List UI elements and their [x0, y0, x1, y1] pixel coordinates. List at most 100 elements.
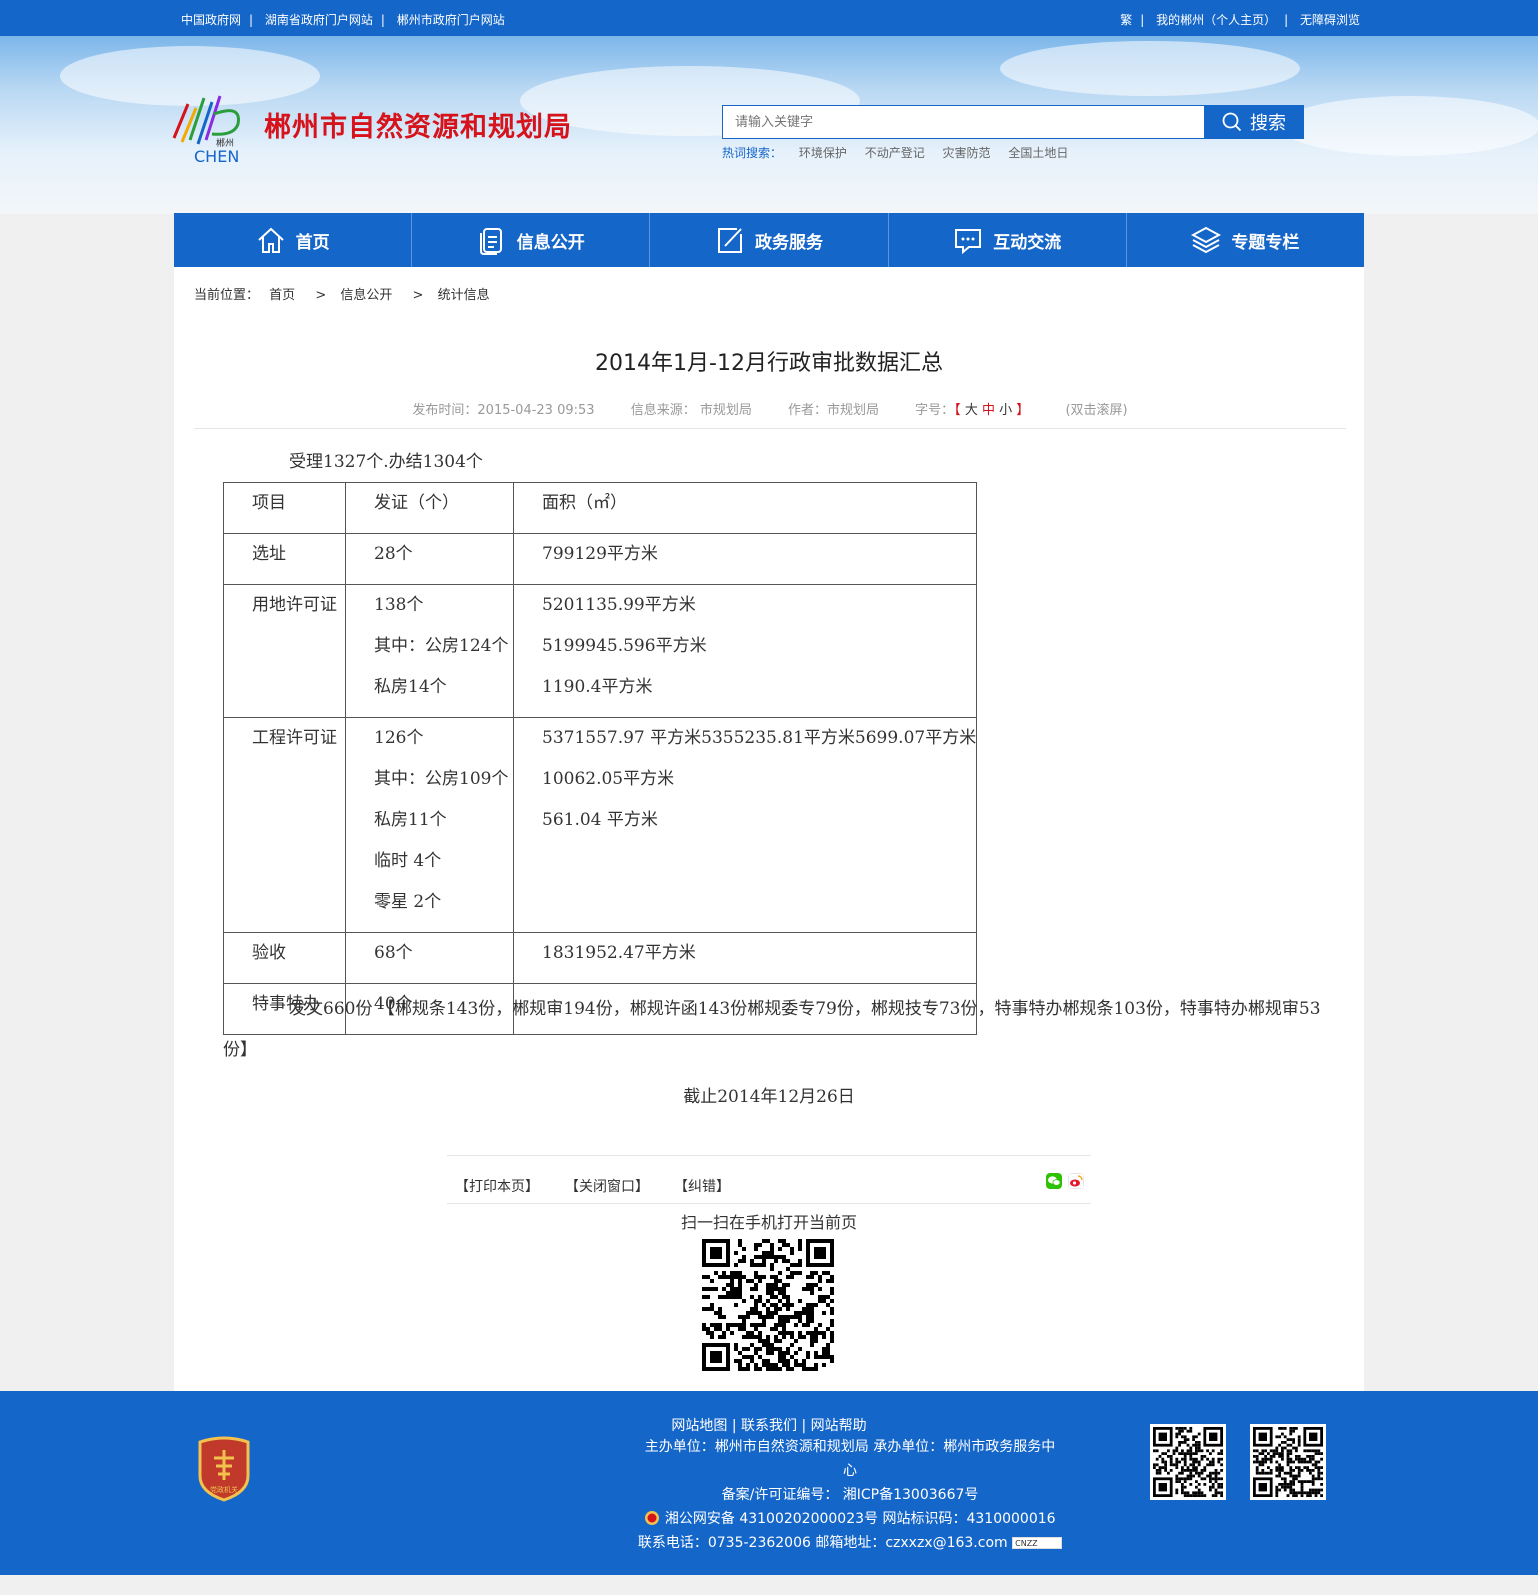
font-size-label: 字号： — [915, 403, 955, 418]
bracket-close: 】 — [1016, 403, 1030, 418]
nav-item-service[interactable]: 政务服务 — [650, 213, 889, 267]
close-window-button[interactable]: 【关闭窗口】 — [565, 1176, 649, 1196]
info-source: 信息来源： 市规划局 — [630, 403, 752, 418]
site-logo[interactable]: 郴州 CHEN — [166, 90, 246, 166]
article-tools: 【打印本页】 【关闭窗口】 【纠错】 — [447, 1155, 1091, 1204]
main-nav: 首页 信息公开 政务服务 互动交流 专题专栏 — [174, 213, 1364, 267]
font-medium-button[interactable]: 中 — [982, 403, 995, 418]
article-title: 2014年1月-12月行政审批数据汇总 — [595, 351, 943, 376]
nav-item-special[interactable]: 专题专栏 — [1127, 213, 1364, 267]
hot-word-link[interactable]: 灾害防范 — [943, 146, 991, 160]
traditional-chinese-link[interactable]: 繁 — [1120, 13, 1132, 27]
table-header-cell: 项目 — [223, 482, 346, 534]
table-cell-certs: 28个 — [345, 533, 514, 585]
police-record[interactable]: 湘公网安备 43100202000023号 网站标识码：4310000016 — [665, 1511, 1056, 1527]
search-input[interactable] — [722, 105, 1205, 139]
footer-police: 湘公网安备 43100202000023号 网站标识码：4310000016 — [620, 1507, 1080, 1531]
font-large-button[interactable]: 大 — [965, 403, 978, 418]
hot-word-link[interactable]: 全国土地日 — [1008, 146, 1068, 160]
document-icon — [479, 228, 502, 255]
table-cell-item: 验收 — [223, 932, 346, 984]
content-area: 当前位置： 首页 > 信息公开 > 统计信息 2014年1月-12月行政审批数据… — [174, 267, 1364, 1391]
font-size-control: 字号：【 大 中 小 】 — [915, 403, 1029, 418]
link-hunan-gov[interactable]: 湖南省政府门户网站 — [265, 13, 373, 27]
table-cell-areas: 799129平方米 — [512, 533, 978, 585]
deadline-text: 截止2014年12月26日 — [683, 1087, 855, 1107]
table-cell-item: 选址 — [223, 533, 346, 585]
breadcrumb-home[interactable]: 首页 — [269, 288, 295, 303]
party-gov-badge-icon[interactable]: 党政机关 — [196, 1436, 252, 1502]
site-help-link[interactable]: 网站帮助 — [811, 1418, 867, 1434]
logo-text: CHEN — [194, 147, 239, 166]
hot-word-link[interactable]: 环境保护 — [799, 146, 847, 160]
footer-qr-code — [1250, 1424, 1326, 1500]
link-china-gov[interactable]: 中国政府网 — [181, 13, 241, 27]
approval-table: 项目 发证（个） 面积（㎡） 选址 28个 799129平方米 用地许可证 13… — [223, 482, 978, 1035]
breadcrumb: 当前位置： 首页 > 信息公开 > 统计信息 — [194, 284, 496, 303]
breadcrumb-stats[interactable]: 统计信息 — [438, 288, 490, 303]
footer-contact: 联系电话：0735-2362006 邮箱地址：czxxzx@163.com CN… — [620, 1531, 1080, 1555]
contact-us-link[interactable]: 联系我们 — [741, 1418, 797, 1434]
author: 作者：市规划局 — [787, 403, 879, 418]
top-bar: 中国政府网 | 湖南省政府门户网站 | 郴州市政府门户网站 繁 | 我的郴州（个人主页… — [0, 0, 1538, 36]
article-meta: 发布时间：2015-04-23 09:53 信息来源： 市规划局 作者：市规划局… — [194, 399, 1346, 429]
hot-words: 热词搜索： 环境保护 不动产登记 灾害防范 全国土地日 — [722, 144, 1075, 161]
nav-item-info[interactable]: 信息公开 — [412, 213, 651, 267]
badge-text: 党政机关 — [210, 1485, 238, 1494]
table-row: 验收 68个 1831952.47平方米 — [223, 932, 978, 984]
table-row: 选址 28个 799129平方米 — [223, 533, 978, 585]
table-cell-item: 工程许可证 — [223, 717, 346, 933]
cnzz-badge[interactable]: CNZZ — [1012, 1537, 1063, 1549]
correction-button[interactable]: 【纠错】 — [674, 1176, 730, 1196]
nav-label: 互动交流 — [993, 232, 1062, 253]
wechat-icon[interactable] — [1046, 1173, 1062, 1189]
link-chenzhou-gov[interactable]: 郴州市政府门户网站 — [397, 13, 505, 27]
hot-word-link[interactable]: 不动产登记 — [865, 146, 925, 160]
contact-info: 联系电话：0735-2362006 邮箱地址：czxxzx@163.com — [637, 1535, 1008, 1551]
footer-sponsor-cont: 心 — [843, 1463, 857, 1479]
header-banner: 郴州 CHEN 郴州市自然资源和规划局 搜索 热词搜索： 环境保护 不动产登记 … — [0, 36, 1538, 214]
accessibility-link[interactable]: 无障碍浏览 — [1300, 13, 1360, 27]
breadcrumb-info[interactable]: 信息公开 — [340, 288, 392, 303]
intro-text: 受理1327个.办结1304个 — [289, 452, 483, 472]
site-title: 郴州市自然资源和规划局 — [264, 112, 572, 143]
edit-icon — [718, 228, 742, 253]
user-links: 繁 | 我的郴州（个人主页） | 无障碍浏览 — [1120, 13, 1360, 27]
qr-caption: 扫一扫在手机打开当前页 — [680, 1213, 857, 1232]
sitemap-link[interactable]: 网站地图 — [671, 1418, 727, 1434]
table-cell-certs: 138个 其中：公房124个 私房14个 — [345, 584, 514, 718]
dblclick-scroll[interactable]: (双击滚屏) — [1065, 403, 1127, 418]
qr-code-image — [702, 1239, 834, 1371]
nav-label: 信息公开 — [516, 232, 585, 253]
nav-label: 专题专栏 — [1231, 232, 1300, 253]
breadcrumb-label: 当前位置： — [194, 288, 260, 303]
hot-words-label: 热词搜索： — [722, 146, 783, 160]
footer-sponsor: 主办单位：郴州市自然资源和规划局 承办单位：郴州市政务服务中 — [644, 1439, 1056, 1455]
footer: 党政机关 网站地图 | 联系我们 | 网站帮助 主办单位：郴州市自然资源和规划局… — [0, 1391, 1538, 1575]
footer-qr-code — [1150, 1424, 1226, 1500]
weibo-icon[interactable] — [1068, 1173, 1084, 1189]
footer-icp[interactable]: 备案/许可证编号： 湘ICP备13003667号 — [620, 1483, 1080, 1507]
nav-label: 政务服务 — [755, 232, 823, 253]
font-small-button[interactable]: 小 — [999, 403, 1012, 418]
table-cell-areas: 5201135.99平方米 5199945.596平方米 1190.4平方米 — [512, 584, 978, 718]
search-button-label: 搜索 — [1250, 113, 1286, 134]
table-header-row: 项目 发证（个） 面积（㎡） — [223, 482, 978, 534]
table-row: 用地许可证 138个 其中：公房124个 私房14个 5201135.99平方米… — [223, 584, 978, 718]
nav-item-interact[interactable]: 互动交流 — [889, 213, 1127, 267]
table-cell-areas: 1831952.47平方米 — [512, 932, 978, 984]
table-header-cell: 发证（个） — [345, 482, 514, 534]
table-cell-areas: 5371557.97 平方米5355235.81平方米5699.07平方米 10… — [512, 717, 978, 933]
nav-item-home[interactable]: 首页 — [174, 213, 413, 267]
gov-links: 中国政府网 | 湖南省政府门户网站 | 郴州市政府门户网站 — [181, 13, 505, 27]
table-row: 工程许可证 126个 其中：公房109个 私房11个 临时 4个 零星 2个 5… — [223, 717, 978, 933]
table-header-cell: 面积（㎡） — [512, 482, 978, 534]
breadcrumb-separator: > — [412, 288, 424, 303]
home-icon — [257, 227, 284, 253]
bracket-open: 【 — [954, 403, 961, 418]
search-icon — [1222, 112, 1242, 132]
my-chenzhou-link[interactable]: 我的郴州（个人主页） — [1156, 13, 1276, 27]
search-button[interactable]: 搜索 — [1204, 105, 1304, 139]
print-button[interactable]: 【打印本页】 — [455, 1176, 539, 1196]
table-cell-certs: 68个 — [345, 932, 514, 984]
